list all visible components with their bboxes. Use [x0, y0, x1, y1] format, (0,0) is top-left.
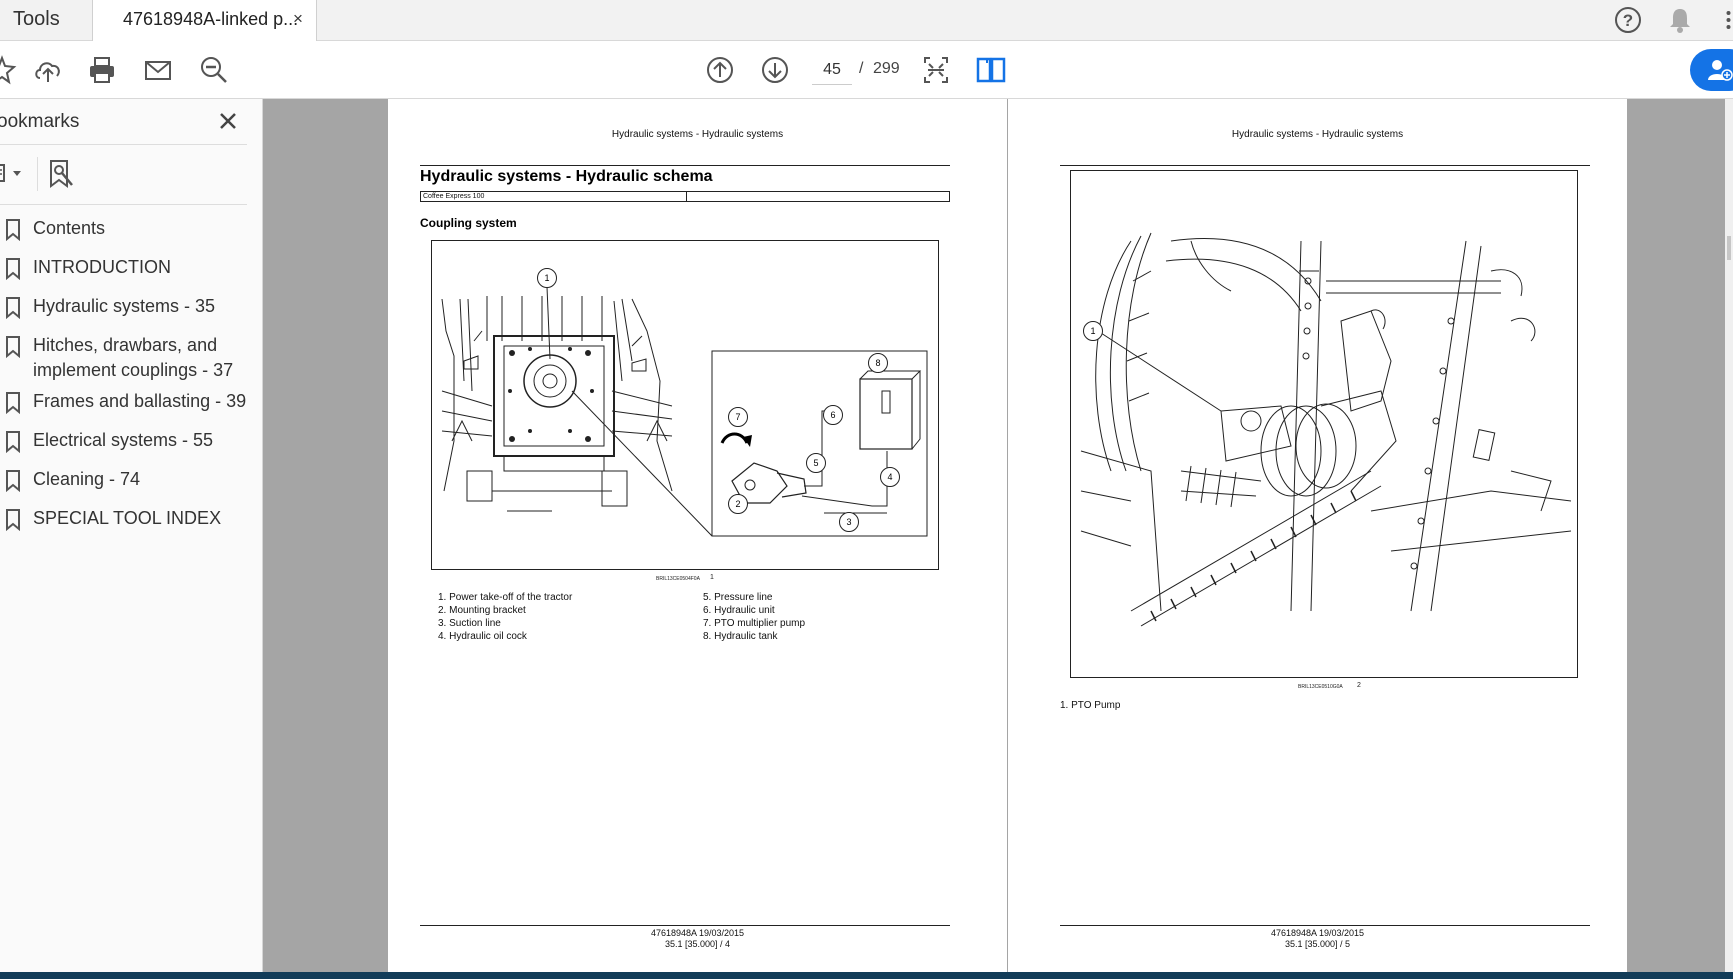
legend-item: 3. Suction line — [438, 618, 501, 629]
page-left: Hydraulic systems - Hydraulic systems Hy… — [388, 99, 1007, 972]
taskbar-strip — [0, 972, 1733, 979]
page-fit-icon[interactable] — [920, 54, 952, 86]
print-icon[interactable] — [86, 54, 118, 86]
legend-item: 6. Hydraulic unit — [703, 605, 775, 616]
model-table: Coffee Express 100 — [420, 191, 950, 202]
callout-3: 3 — [839, 512, 859, 532]
section-heading: Coupling system — [420, 216, 517, 230]
bookmark-label: Hitches, drawbars, and implement couplin… — [33, 335, 234, 380]
bookmark-icon — [6, 470, 20, 492]
bookmark-icon — [6, 509, 20, 531]
legend: 1. PTO Pump — [1060, 699, 1120, 712]
coupling-system-figure: 1 2 3 4 5 6 7 8 — [431, 240, 939, 570]
bookmarks-panel: ookmarks Contents INTRODUCTION Hydraulic — [0, 99, 263, 972]
header-rule — [420, 165, 950, 166]
share-button[interactable] — [1690, 49, 1733, 91]
more-icon[interactable] — [1714, 5, 1733, 35]
footer-doc-id: 47618948A 19/03/2015 — [1270, 928, 1365, 938]
callout-6: 6 — [823, 405, 843, 425]
legend-item: 7. PTO multiplier pump — [703, 618, 806, 629]
star-icon[interactable] — [0, 54, 18, 86]
zoom-out-icon[interactable] — [198, 54, 230, 86]
divider — [0, 144, 247, 145]
callout-2: 2 — [728, 494, 748, 514]
bookmark-icon — [6, 258, 20, 280]
help-icon[interactable]: ? — [1613, 5, 1643, 35]
bookmark-label: INTRODUCTION — [33, 257, 171, 277]
figure-reference: BRIL13CE0504F0A — [656, 576, 700, 582]
page-separator: / — [859, 60, 864, 77]
bookmark-label: Electrical systems - 55 — [33, 430, 214, 450]
legend-item: 4. Hydraulic oil cock — [438, 631, 527, 642]
bookmark-icon — [6, 392, 20, 414]
footer-rule — [1060, 925, 1590, 926]
previous-page-icon[interactable] — [704, 54, 736, 86]
legend-item: 1. PTO Pump — [1060, 700, 1121, 711]
next-page-icon[interactable] — [759, 54, 791, 86]
acrobat-window: { "tabs": { "tools_label": "Tools", "doc… — [0, 0, 1733, 979]
header-rule — [1060, 165, 1590, 166]
callout-1: 1 — [1083, 321, 1103, 341]
bookmarks-title: ookmarks — [0, 111, 80, 132]
options-menu-icon[interactable] — [0, 162, 26, 186]
callout-4: 4 — [880, 467, 900, 487]
legend-item: 8. Hydraulic tank — [703, 631, 778, 642]
bookmark-icon — [6, 297, 20, 319]
legend-item: 1. Power take-off of the tractor — [438, 592, 573, 603]
divider — [0, 204, 247, 205]
bookmark-label: Hydraulic systems - 35 — [33, 296, 216, 316]
bookmark-label: Frames and ballasting - 39 — [33, 391, 247, 411]
bell-icon[interactable] — [1665, 5, 1695, 35]
document-area: Hydraulic systems - Hydraulic systems Hy… — [263, 99, 1733, 972]
vertical-scrollbar[interactable] — [1725, 99, 1733, 972]
tab-document[interactable]: 47618948A-linked p... × — [92, 0, 317, 42]
close-icon[interactable] — [216, 109, 240, 133]
bookmark-label: Contents — [33, 218, 106, 238]
page-right: Hydraulic systems - Hydraulic systems 1 … — [1008, 99, 1627, 972]
upload-cloud-icon[interactable] — [32, 54, 64, 86]
bookmark-label: SPECIAL TOOL INDEX — [33, 508, 222, 528]
table-divider — [686, 192, 687, 201]
coupling-diagram — [441, 286, 928, 537]
page-title: Hydraulic systems - Hydraulic schema — [420, 168, 713, 185]
legend-right: 5. Pressure line 6. Hydraulic unit 7. PT… — [703, 591, 805, 643]
legend-item: 2. Mounting bracket — [438, 605, 526, 616]
footer-page-number: 35.1 [35.000] / 4 — [664, 939, 731, 949]
tab-document-title: 47618948A-linked p... — [123, 9, 299, 29]
figure-reference: BRIL13CE0510G0A — [1298, 684, 1343, 690]
page-total: 299 — [873, 60, 900, 77]
footer-rule — [420, 925, 950, 926]
figure-number: 1 — [710, 574, 714, 581]
bookmark-icon — [6, 431, 20, 453]
callout-1: 1 — [537, 268, 557, 288]
callout-7: 7 — [728, 407, 748, 427]
footer-page-number: 35.1 [35.000] / 5 — [1284, 939, 1351, 949]
pto-pump-figure: 1 — [1070, 170, 1578, 678]
page-header: Hydraulic systems - Hydraulic systems — [1231, 129, 1404, 140]
tab-bar: Tools 47618948A-linked p... × ? — [0, 0, 1733, 42]
legend-left: 1. Power take-off of the tractor 2. Moun… — [438, 591, 572, 643]
model-name: Coffee Express 100 — [423, 193, 485, 200]
footer-doc-id: 47618948A 19/03/2015 — [650, 928, 745, 938]
page-header: Hydraulic systems - Hydraulic systems — [611, 129, 784, 140]
bookmark-label: Cleaning - 74 — [33, 469, 141, 489]
svg-text:?: ? — [1623, 11, 1633, 30]
figure-number: 2 — [1357, 682, 1361, 689]
toolbar: / 299 — [0, 41, 1733, 99]
scrollbar-thumb[interactable] — [1727, 236, 1731, 260]
callout-5: 5 — [806, 453, 826, 473]
legend-item: 5. Pressure line — [703, 592, 773, 603]
two-page-view-icon[interactable] — [975, 54, 1007, 86]
bookmark-icon — [6, 336, 20, 358]
add-bookmark-icon[interactable] — [48, 159, 76, 189]
add-user-icon — [1708, 60, 1733, 81]
tab-close-button[interactable]: × — [293, 0, 303, 38]
page-number-input[interactable] — [812, 55, 852, 85]
callout-8: 8 — [868, 353, 888, 373]
pto-pump-illustration — [1080, 232, 1572, 627]
tab-tools[interactable]: Tools — [0, 0, 92, 41]
bookmark-icon — [6, 219, 20, 241]
toolbar-separator — [37, 157, 38, 191]
mail-icon[interactable] — [142, 54, 174, 86]
